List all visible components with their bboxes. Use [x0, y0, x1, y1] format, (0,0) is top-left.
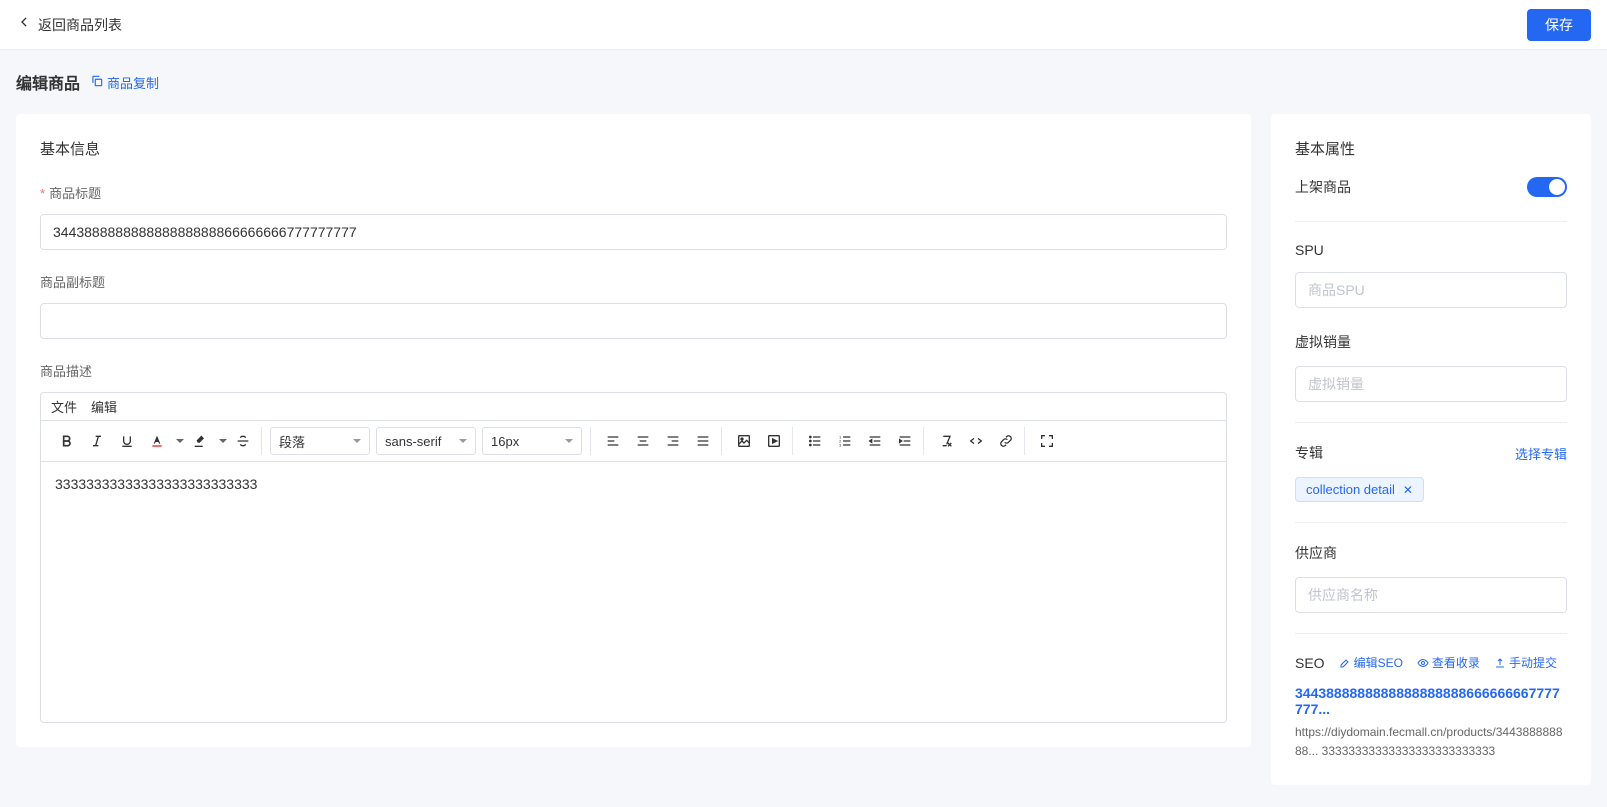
collection-label: 专辑: [1295, 443, 1323, 463]
side-card: 基本属性 上架商品 SPU 虚拟销量 专辑 选择专辑 collection de…: [1271, 114, 1591, 785]
virtual-sales-label: 虚拟销量: [1295, 332, 1567, 352]
toolbar-group-media: [726, 427, 793, 455]
collection-tag-label: collection detail: [1306, 482, 1395, 497]
paragraph-select[interactable]: 段落: [270, 427, 370, 455]
product-subtitle-input[interactable]: [40, 303, 1227, 339]
upload-icon: [1494, 657, 1506, 669]
clear-format-button[interactable]: [932, 427, 960, 455]
back-arrow-icon: [16, 14, 32, 35]
view-index-link[interactable]: 查看收录: [1417, 654, 1480, 671]
font-size-select[interactable]: 16px: [482, 427, 582, 455]
spu-input[interactable]: [1295, 272, 1567, 308]
collection-tag: collection detail ✕: [1295, 477, 1424, 502]
menu-edit[interactable]: 编辑: [91, 397, 117, 416]
supplier-input[interactable]: [1295, 577, 1567, 613]
seo-title: SEO: [1295, 655, 1325, 671]
content: 基本信息 商品标题 商品副标题 商品描述 文件 编辑: [0, 104, 1607, 805]
divider: [1295, 633, 1567, 634]
eye-icon: [1417, 657, 1429, 669]
save-button[interactable]: 保存: [1527, 9, 1591, 41]
video-button[interactable]: [760, 427, 788, 455]
product-title-input[interactable]: [40, 214, 1227, 250]
virtual-sales-input[interactable]: [1295, 366, 1567, 402]
toolbar-group-fullscreen: [1029, 427, 1065, 455]
align-center-button[interactable]: [629, 427, 657, 455]
basic-attr-title: 基本属性: [1295, 138, 1567, 159]
link-button[interactable]: [992, 427, 1020, 455]
main-card: 基本信息 商品标题 商品副标题 商品描述 文件 编辑: [16, 114, 1251, 747]
align-justify-button[interactable]: [689, 427, 717, 455]
editor-toolbar: 段落 sans-serif 16px 123: [41, 421, 1226, 462]
collection-head: 专辑 选择专辑: [1295, 443, 1567, 463]
rich-text-editor: 文件 编辑 段落 sans-serif 16px: [40, 392, 1227, 723]
copy-label: 商品复制: [107, 73, 159, 92]
page-header: 编辑商品 商品复制: [0, 50, 1607, 104]
product-subtitle-label: 商品副标题: [40, 272, 1227, 291]
italic-button[interactable]: [83, 427, 111, 455]
copy-icon: [90, 74, 104, 91]
supplier-label: 供应商: [1295, 543, 1567, 563]
seo-url: https://diydomain.fecmall.cn/products/34…: [1295, 723, 1567, 761]
editor-menubar: 文件 编辑: [41, 393, 1226, 421]
highlight-caret-icon[interactable]: [219, 439, 227, 447]
publish-switch[interactable]: [1527, 177, 1567, 197]
seo-product-title: 3443888888888888888888666666667777777...: [1295, 685, 1567, 717]
back-label: 返回商品列表: [38, 15, 122, 35]
menu-file[interactable]: 文件: [51, 397, 77, 416]
basic-info-title: 基本信息: [40, 138, 1227, 159]
align-left-button[interactable]: [599, 427, 627, 455]
select-collection-link[interactable]: 选择专辑: [1515, 444, 1567, 463]
font-family-select[interactable]: sans-serif: [376, 427, 476, 455]
toolbar-group-misc: [928, 427, 1025, 455]
edit-seo-link[interactable]: 编辑SEO: [1339, 654, 1403, 671]
indent-button[interactable]: [891, 427, 919, 455]
publish-label: 上架商品: [1295, 177, 1351, 197]
page-title: 编辑商品: [16, 70, 80, 94]
font-color-button[interactable]: [143, 427, 171, 455]
align-right-button[interactable]: [659, 427, 687, 455]
collection-tags: collection detail ✕: [1295, 477, 1567, 502]
divider: [1295, 422, 1567, 423]
spu-label: SPU: [1295, 242, 1567, 258]
ordered-list-button[interactable]: 123: [831, 427, 859, 455]
copy-product-link[interactable]: 商品复制: [90, 73, 159, 92]
close-icon[interactable]: ✕: [1403, 483, 1413, 497]
bold-button[interactable]: [53, 427, 81, 455]
outdent-button[interactable]: [861, 427, 889, 455]
toolbar-group-align: [595, 427, 722, 455]
divider: [1295, 522, 1567, 523]
editor-content[interactable]: 33333333333333333333333333: [41, 462, 1226, 722]
manual-submit-link[interactable]: 手动提交: [1494, 654, 1557, 671]
publish-row: 上架商品: [1295, 177, 1567, 197]
code-button[interactable]: [962, 427, 990, 455]
topbar: 返回商品列表 保存: [0, 0, 1607, 50]
font-color-caret-icon[interactable]: [176, 439, 184, 447]
strikethrough-button[interactable]: [229, 427, 257, 455]
product-desc-label: 商品描述: [40, 361, 1227, 380]
bullet-list-button[interactable]: [801, 427, 829, 455]
image-button[interactable]: [730, 427, 758, 455]
toolbar-group-selects: 段落 sans-serif 16px: [266, 427, 591, 455]
highlight-button[interactable]: [186, 427, 214, 455]
seo-head: SEO 编辑SEO 查看收录 手动提交: [1295, 654, 1567, 671]
underline-button[interactable]: [113, 427, 141, 455]
svg-text:3: 3: [839, 442, 842, 447]
fullscreen-button[interactable]: [1033, 427, 1061, 455]
toolbar-group-list: 123: [797, 427, 924, 455]
divider: [1295, 221, 1567, 222]
back-button[interactable]: 返回商品列表: [16, 14, 122, 35]
toolbar-group-format: [49, 427, 262, 455]
pencil-icon: [1339, 657, 1351, 669]
product-title-label: 商品标题: [40, 183, 1227, 202]
